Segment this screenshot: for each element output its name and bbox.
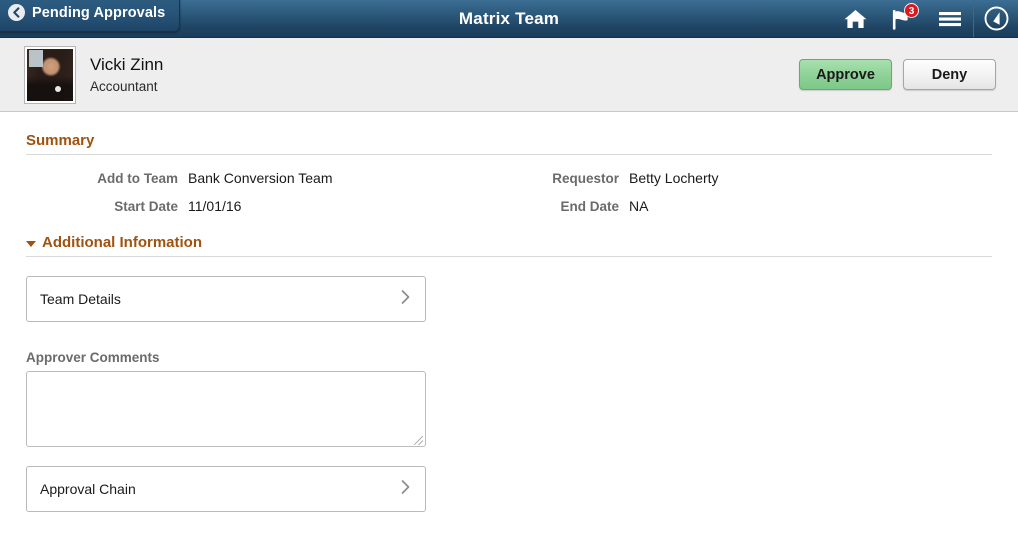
deny-button[interactable]: Deny	[903, 59, 996, 90]
team-details-row[interactable]: Team Details	[26, 276, 426, 322]
summary-fields: Add to Team Bank Conversion Team Start D…	[26, 155, 992, 214]
home-icon[interactable]	[832, 0, 879, 37]
additional-information-heading-label: Additional Information	[42, 234, 202, 251]
field-label: End Date	[560, 199, 619, 214]
approver-comments-input[interactable]	[26, 371, 426, 447]
summary-section-header: Summary	[26, 112, 992, 154]
field-label: Requestor	[552, 171, 619, 186]
collapse-triangle-icon[interactable]	[26, 240, 36, 247]
field-end-date: End Date NA	[509, 198, 992, 214]
avatar	[24, 45, 76, 104]
chevron-right-icon	[400, 479, 411, 500]
team-details-label: Team Details	[40, 291, 121, 307]
approval-chain-row[interactable]: Approval Chain	[26, 466, 426, 512]
flag-badge-count: 3	[904, 3, 919, 18]
field-requestor: Requestor Betty Locherty	[509, 170, 992, 186]
field-label: Start Date	[114, 199, 178, 214]
avatar-photo	[27, 48, 73, 101]
approval-chain-label: Approval Chain	[40, 481, 136, 497]
summary-heading-label: Summary	[26, 132, 95, 149]
back-button[interactable]: Pending Approvals	[0, 0, 181, 32]
additional-information-divider	[26, 256, 992, 257]
employee-header-bar: Vicki Zinn Accountant Approve Deny	[0, 38, 1018, 112]
employee-identity: Vicki Zinn Accountant	[90, 55, 163, 94]
additional-information-section-header[interactable]: Additional Information	[26, 214, 992, 256]
field-add-to-team: Add to Team Bank Conversion Team	[26, 170, 509, 186]
field-value: 11/01/16	[188, 198, 242, 214]
hamburger-menu-icon[interactable]	[926, 0, 973, 37]
approve-button[interactable]: Approve	[799, 59, 892, 90]
chevron-left-icon	[8, 4, 25, 21]
app-header: Pending Approvals Matrix Team 3	[0, 0, 1018, 38]
navigator-compass-icon[interactable]	[973, 0, 1018, 37]
main-content: Summary Add to Team Bank Conversion Team…	[0, 112, 1018, 512]
field-value: NA	[629, 198, 649, 214]
approval-action-group: Approve Deny	[799, 59, 996, 90]
chevron-right-icon	[400, 289, 411, 310]
employee-name: Vicki Zinn	[90, 54, 164, 74]
field-start-date: Start Date 11/01/16	[26, 198, 509, 214]
summary-left-column: Add to Team Bank Conversion Team Start D…	[26, 170, 509, 214]
flag-icon[interactable]: 3	[879, 0, 926, 37]
field-label: Add to Team	[97, 171, 178, 186]
summary-right-column: Requestor Betty Locherty End Date NA	[509, 170, 992, 214]
back-button-label: Pending Approvals	[32, 4, 166, 21]
employee-job-title: Accountant	[90, 78, 158, 94]
field-value: Bank Conversion Team	[188, 170, 333, 186]
approver-comments-label: Approver Comments	[26, 350, 160, 365]
header-icon-group: 3	[832, 0, 1018, 37]
field-value: Betty Locherty	[629, 170, 719, 186]
